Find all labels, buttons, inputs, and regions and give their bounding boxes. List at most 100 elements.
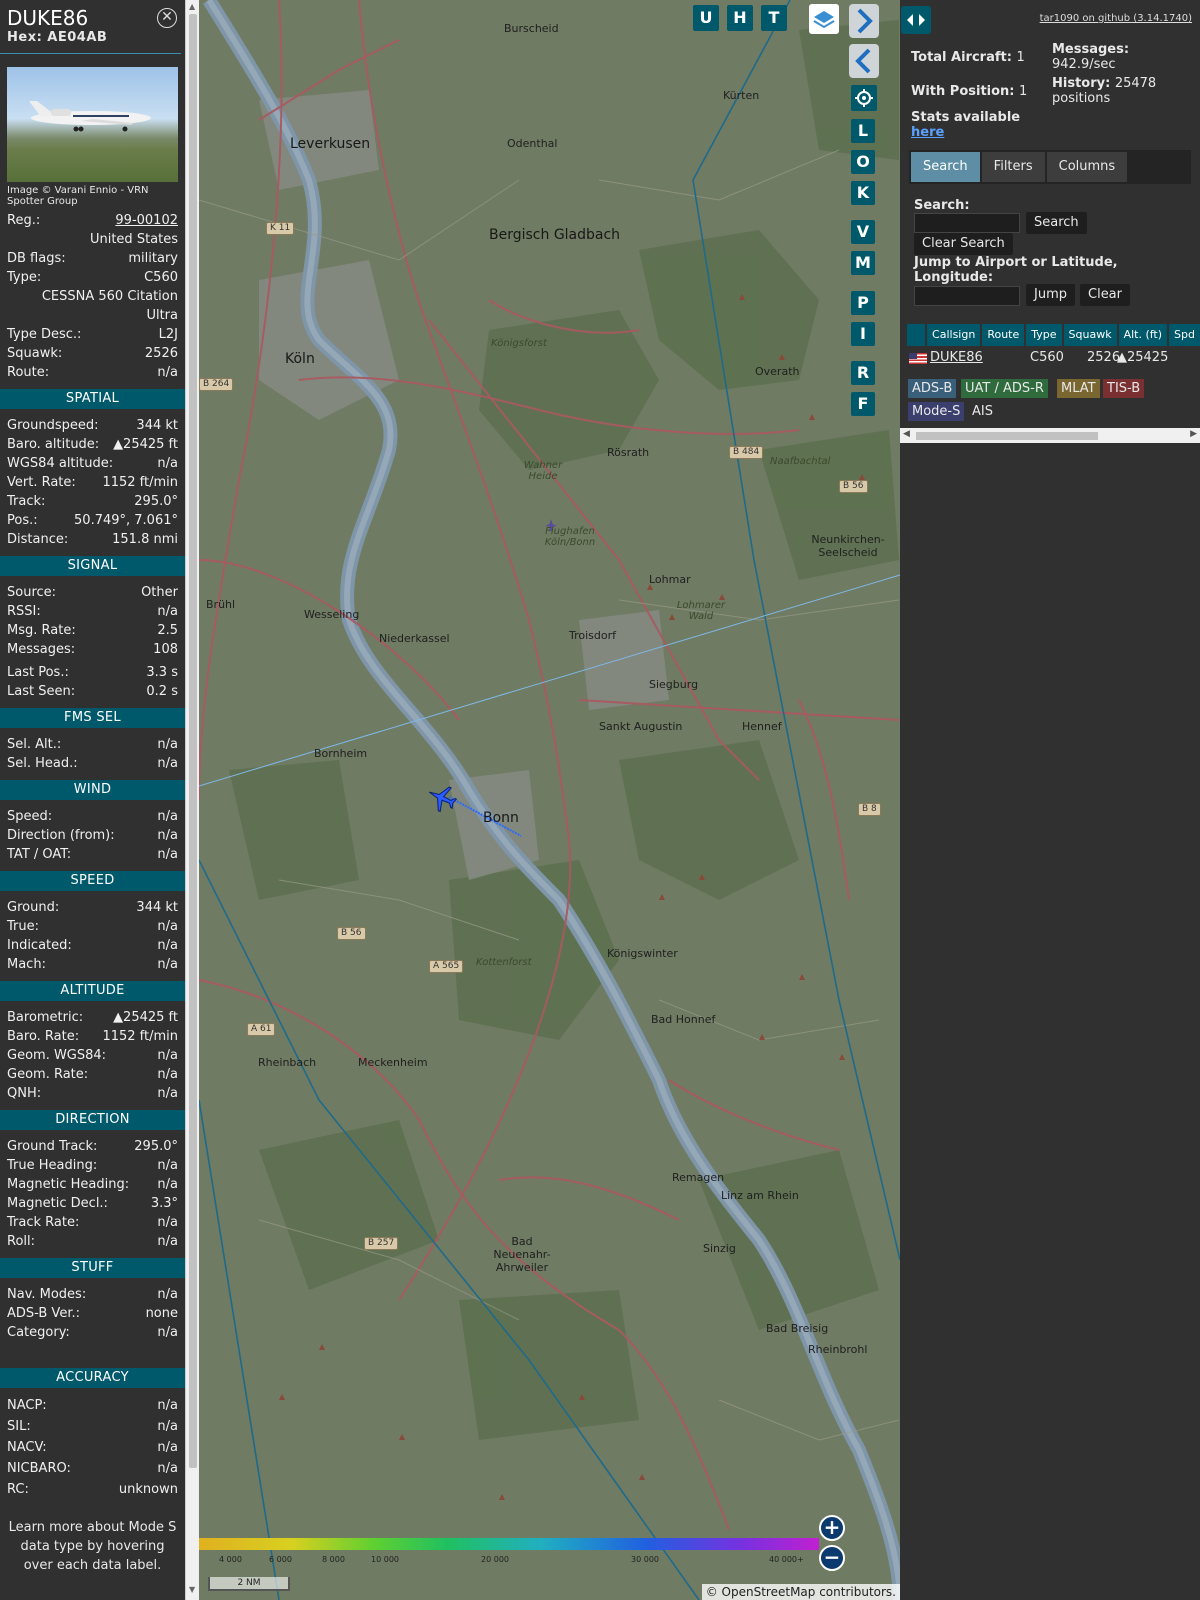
layers-button[interactable]	[809, 4, 839, 34]
info-row-label[interactable]: Geom. Rate:	[7, 1065, 88, 1084]
map-button-i[interactable]: I	[851, 322, 875, 346]
info-row-label[interactable]: Pos.:	[7, 511, 38, 530]
column-flag[interactable]	[907, 324, 926, 346]
info-row-label[interactable]: Nav. Modes:	[7, 1285, 86, 1304]
map-button-k[interactable]: K	[851, 181, 875, 205]
zoom-in-button[interactable]: +	[819, 1515, 845, 1541]
expand-right-button[interactable]	[849, 4, 879, 38]
info-row-label[interactable]: WGS84 altitude:	[7, 454, 113, 473]
collapse-left-button[interactable]	[849, 44, 879, 78]
map-button-m[interactable]: M	[851, 251, 875, 275]
scroll-up-arrow-icon[interactable]: ▲	[189, 2, 195, 11]
info-row-label[interactable]: Source:	[7, 583, 56, 602]
info-row-label[interactable]: TAT / OAT:	[7, 845, 71, 864]
map-button-f[interactable]: F	[851, 392, 875, 416]
map-attribution[interactable]: © OpenStreetMap contributors.	[701, 1584, 900, 1600]
search-button[interactable]: Search	[1026, 212, 1087, 234]
info-row-label[interactable]: Msg. Rate:	[7, 621, 76, 640]
scroll-right-arrow-icon[interactable]: ▶	[1190, 429, 1197, 439]
column-callsign[interactable]: Callsign	[927, 324, 981, 346]
info-row-label[interactable]: Messages:	[7, 640, 75, 659]
scroll-left-arrow-icon[interactable]: ◀	[903, 429, 910, 439]
section-header-stuff[interactable]: STUFF	[0, 1258, 185, 1278]
clear-button[interactable]: Clear	[1080, 284, 1130, 306]
settings-button[interactable]	[851, 85, 877, 111]
tab-search[interactable]: Search	[911, 152, 980, 182]
section-header-altitude[interactable]: ALTITUDE	[0, 981, 185, 1001]
column-speed[interactable]: Spd	[1169, 324, 1200, 346]
toggle-sidebar-button[interactable]	[901, 6, 931, 34]
info-row-label[interactable]: True Heading:	[7, 1156, 97, 1175]
map-button-t[interactable]: T	[761, 5, 787, 31]
info-row-label[interactable]: Ground:	[7, 898, 59, 917]
info-row-label[interactable]: Indicated:	[7, 936, 72, 955]
map-view[interactable]: Burscheid Kürten Leverkusen Odenthal Bergisc…	[199, 0, 900, 1600]
info-row-label[interactable]: Baro. altitude:	[7, 435, 99, 454]
column-altitude[interactable]: Alt. (ft)	[1118, 324, 1168, 346]
github-link[interactable]: tar1090 on github (3.14.1740)	[1040, 13, 1192, 24]
info-row-label[interactable]: Last Seen:	[7, 682, 75, 701]
tab-filters[interactable]: Filters	[981, 152, 1045, 182]
map-button-l[interactable]: L	[851, 119, 875, 143]
info-row-label[interactable]: Geom. WGS84:	[7, 1046, 106, 1065]
close-icon[interactable]: ✕	[157, 8, 177, 28]
info-row-label[interactable]: Baro. Rate:	[7, 1027, 79, 1046]
info-row-label[interactable]: Vert. Rate:	[7, 473, 76, 492]
info-row-label[interactable]: ADS-B Ver.:	[7, 1304, 80, 1323]
clear-search-button[interactable]: Clear Search	[914, 233, 1013, 255]
registration-link[interactable]: 99-00102	[115, 211, 178, 230]
info-row-label[interactable]: SIL:	[7, 1416, 31, 1437]
table-row[interactable]: DUKE86 C560 2526 ▲25425	[907, 348, 1200, 368]
info-row-label[interactable]: Groundspeed:	[7, 416, 98, 435]
info-row-label[interactable]: RSSI:	[7, 602, 41, 621]
info-row-label[interactable]: Roll:	[7, 1232, 35, 1251]
info-row-label[interactable]: Direction (from):	[7, 826, 115, 845]
info-row-label[interactable]: Category:	[7, 1323, 70, 1342]
section-header-wind[interactable]: WIND	[0, 780, 185, 800]
scroll-down-arrow-icon[interactable]: ▼	[189, 1585, 195, 1594]
info-row-label[interactable]: Distance:	[7, 530, 68, 549]
table-horizontal-scrollbar[interactable]: ◀ ▶	[900, 428, 1200, 443]
map-button-v[interactable]: V	[851, 220, 875, 244]
tab-columns[interactable]: Columns	[1046, 152, 1128, 182]
info-row-label[interactable]: Track:	[7, 492, 45, 511]
map-button-h[interactable]: H	[727, 5, 753, 31]
info-row-label[interactable]: Last Pos.:	[7, 663, 69, 682]
jump-button[interactable]: Jump	[1026, 284, 1075, 306]
info-row-label[interactable]: Magnetic Decl.:	[7, 1194, 108, 1213]
info-row-label[interactable]: Speed:	[7, 807, 52, 826]
info-row-label[interactable]: Magnetic Heading:	[7, 1175, 129, 1194]
section-header-accuracy[interactable]: ACCURACY	[0, 1368, 185, 1388]
row-callsign[interactable]: DUKE86	[930, 348, 983, 368]
section-header-direction[interactable]: DIRECTION	[0, 1110, 185, 1130]
info-row-label[interactable]: Sel. Head.:	[7, 754, 78, 773]
info-row-label[interactable]: Barometric:	[7, 1008, 83, 1027]
jump-input[interactable]	[914, 286, 1020, 306]
map-button-r[interactable]: R	[851, 361, 875, 385]
section-header-signal[interactable]: SIGNAL	[0, 556, 185, 576]
search-input[interactable]	[914, 213, 1020, 233]
map-button-o[interactable]: O	[851, 150, 875, 174]
map-button-p[interactable]: P	[851, 291, 875, 315]
column-route[interactable]: Route	[982, 324, 1025, 346]
info-row-label[interactable]: Track Rate:	[7, 1213, 79, 1232]
info-row-label[interactable]: NACP:	[7, 1395, 47, 1416]
aircraft-photo[interactable]	[7, 67, 178, 182]
scrollbar-thumb[interactable]	[189, 14, 197, 1468]
section-header-spatial[interactable]: SPATIAL	[0, 389, 185, 409]
info-row-label[interactable]: Sel. Alt.:	[7, 735, 61, 754]
info-row-label[interactable]: True:	[7, 917, 39, 936]
info-row-label[interactable]: NACV:	[7, 1437, 47, 1458]
column-squawk[interactable]: Squawk	[1063, 324, 1117, 346]
info-row-label[interactable]: Ground Track:	[7, 1137, 97, 1156]
stats-link[interactable]: here	[911, 125, 944, 140]
info-row-label[interactable]: NICBARO:	[7, 1458, 71, 1479]
zoom-out-button[interactable]: −	[819, 1545, 845, 1571]
info-row-label[interactable]: RC:	[7, 1479, 29, 1500]
section-header-fms-sel[interactable]: FMS SEL	[0, 708, 185, 728]
map-button-u[interactable]: U	[693, 5, 719, 31]
info-panel-scrollbar[interactable]: ▲ ▼	[185, 0, 199, 1600]
info-row-label[interactable]: QNH:	[7, 1084, 41, 1103]
section-header-speed[interactable]: SPEED	[0, 871, 185, 891]
column-type[interactable]: Type	[1026, 324, 1062, 346]
